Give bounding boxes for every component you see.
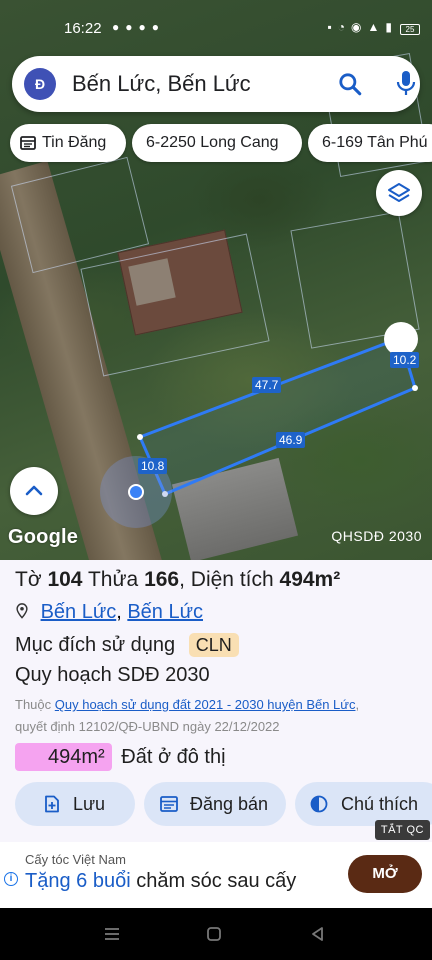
area-value: 494m² xyxy=(279,568,341,591)
parcel-drag-handle[interactable] xyxy=(384,322,418,356)
plan-link[interactable]: Quy hoạch sử dụng đất 2021 - 2030 huyện … xyxy=(55,697,356,712)
my-location-dot xyxy=(128,484,144,500)
ad-headline[interactable]: Tặng 6 buổi chăm sóc sau cấy xyxy=(25,870,296,893)
plan-prefix: Thuộc xyxy=(15,697,52,712)
location-pin-icon xyxy=(16,603,28,619)
lot-label: Thửa xyxy=(87,568,139,591)
measurement-label: 10.2 xyxy=(390,352,420,368)
plan-title: Quy hoạch SDĐ 2030 xyxy=(15,664,210,686)
recent-apps-icon[interactable] xyxy=(103,926,121,942)
ad-sponsor: Cấy tóc Việt Nam xyxy=(25,852,126,867)
post-label: Đăng bán xyxy=(190,794,269,814)
add-file-icon xyxy=(45,795,59,813)
separator: , xyxy=(116,601,128,623)
lot-number: 166 xyxy=(144,568,180,591)
measurement-label: 47.7 xyxy=(252,377,282,393)
measurement-label: 46.9 xyxy=(276,432,306,448)
plan-decision: quyết định 12102/QĐ-UBND ngày 22/12/2022 xyxy=(15,719,280,734)
measurement-label: 10.8 xyxy=(138,458,168,474)
collapse-button[interactable] xyxy=(10,467,58,515)
chip-label: 6-169 Tân Phú xyxy=(322,134,428,151)
newspaper-icon xyxy=(160,796,178,812)
purpose-label: Mục đích sử dụng xyxy=(15,634,176,656)
zoning-type: Đất ở đô thị xyxy=(121,746,226,768)
address-district-link[interactable]: Bến Lức xyxy=(41,601,117,623)
plan-description: Thuộc Quy hoạch sử dụng đất 2021 - 2030 … xyxy=(15,694,429,738)
land-use-purpose: Mục đích sử dụng CLN xyxy=(15,633,239,657)
ad-headline-rest: chăm sóc sau cấy xyxy=(136,870,297,892)
chevron-up-icon xyxy=(25,485,43,496)
zoning-area-row: 494m² Đất ở đô thị xyxy=(15,743,226,771)
chip-tin-dang[interactable]: Tin Đăng xyxy=(10,124,126,162)
sheet-number: 104 xyxy=(47,568,83,591)
map-view[interactable]: 47.7 10.2 46.9 10.8 16:22 ●●●● ▪◔◉▲▮ 25 … xyxy=(0,0,432,560)
search-icon[interactable] xyxy=(337,71,363,97)
info-icon[interactable]: i xyxy=(4,872,18,886)
back-icon[interactable] xyxy=(310,926,326,942)
newspaper-icon xyxy=(20,136,36,150)
area-label: Diện tích xyxy=(190,568,274,591)
search-input[interactable]: Bến Lức, Bến Lức xyxy=(72,71,251,97)
layers-button[interactable] xyxy=(376,170,422,216)
map-layer-tag: QHSDĐ 2030 xyxy=(331,528,422,544)
home-icon[interactable] xyxy=(206,926,222,942)
separator: , xyxy=(179,568,185,591)
close-ad-button[interactable]: TẮT QC xyxy=(374,820,430,840)
layers-icon xyxy=(388,183,410,202)
avatar[interactable]: Đ xyxy=(24,68,56,100)
save-label: Lưu xyxy=(73,794,106,814)
microphone-icon[interactable] xyxy=(394,69,418,97)
save-button[interactable]: Lưu xyxy=(15,782,135,826)
zoning-area-badge: 494m² xyxy=(15,743,112,771)
system-status-icons: ▪◔◉▲▮ xyxy=(327,20,398,34)
google-logo: Google xyxy=(8,526,79,548)
chip-long-cang[interactable]: 6-2250 Long Cang xyxy=(132,124,302,162)
notification-icons: ●●●● xyxy=(112,20,165,34)
ad-headline-highlight: Tặng 6 buổi xyxy=(25,870,131,892)
ad-open-button[interactable]: MỞ xyxy=(348,855,422,893)
battery-icon: 25 xyxy=(400,24,420,35)
chip-tan-phu[interactable]: 6-169 Tân Phú xyxy=(308,124,432,162)
separator: , xyxy=(355,697,360,712)
chip-label: 6-2250 Long Cang xyxy=(146,134,279,151)
status-time: 16:22 xyxy=(64,20,102,37)
parcel-address: Bến Lức, Bến Lức xyxy=(15,601,203,624)
post-for-sale-button[interactable]: Đăng bán xyxy=(144,782,286,826)
sheet-label: Tờ xyxy=(15,568,42,591)
legend-label: Chú thích xyxy=(341,794,419,814)
parcel-title: Tờ 104 Thửa 166, Diện tích 494m² xyxy=(15,568,340,592)
search-bar[interactable]: Đ Bến Lức, Bến Lức xyxy=(12,56,420,112)
contrast-icon xyxy=(310,795,328,813)
system-nav-bar xyxy=(0,908,432,960)
chip-label: Tin Đăng xyxy=(42,134,107,151)
status-bar: 16:22 ●●●● ▪◔◉▲▮ 25 xyxy=(0,18,432,42)
purpose-code-badge: CLN xyxy=(188,633,239,657)
address-ward-link[interactable]: Bến Lức xyxy=(127,601,203,623)
